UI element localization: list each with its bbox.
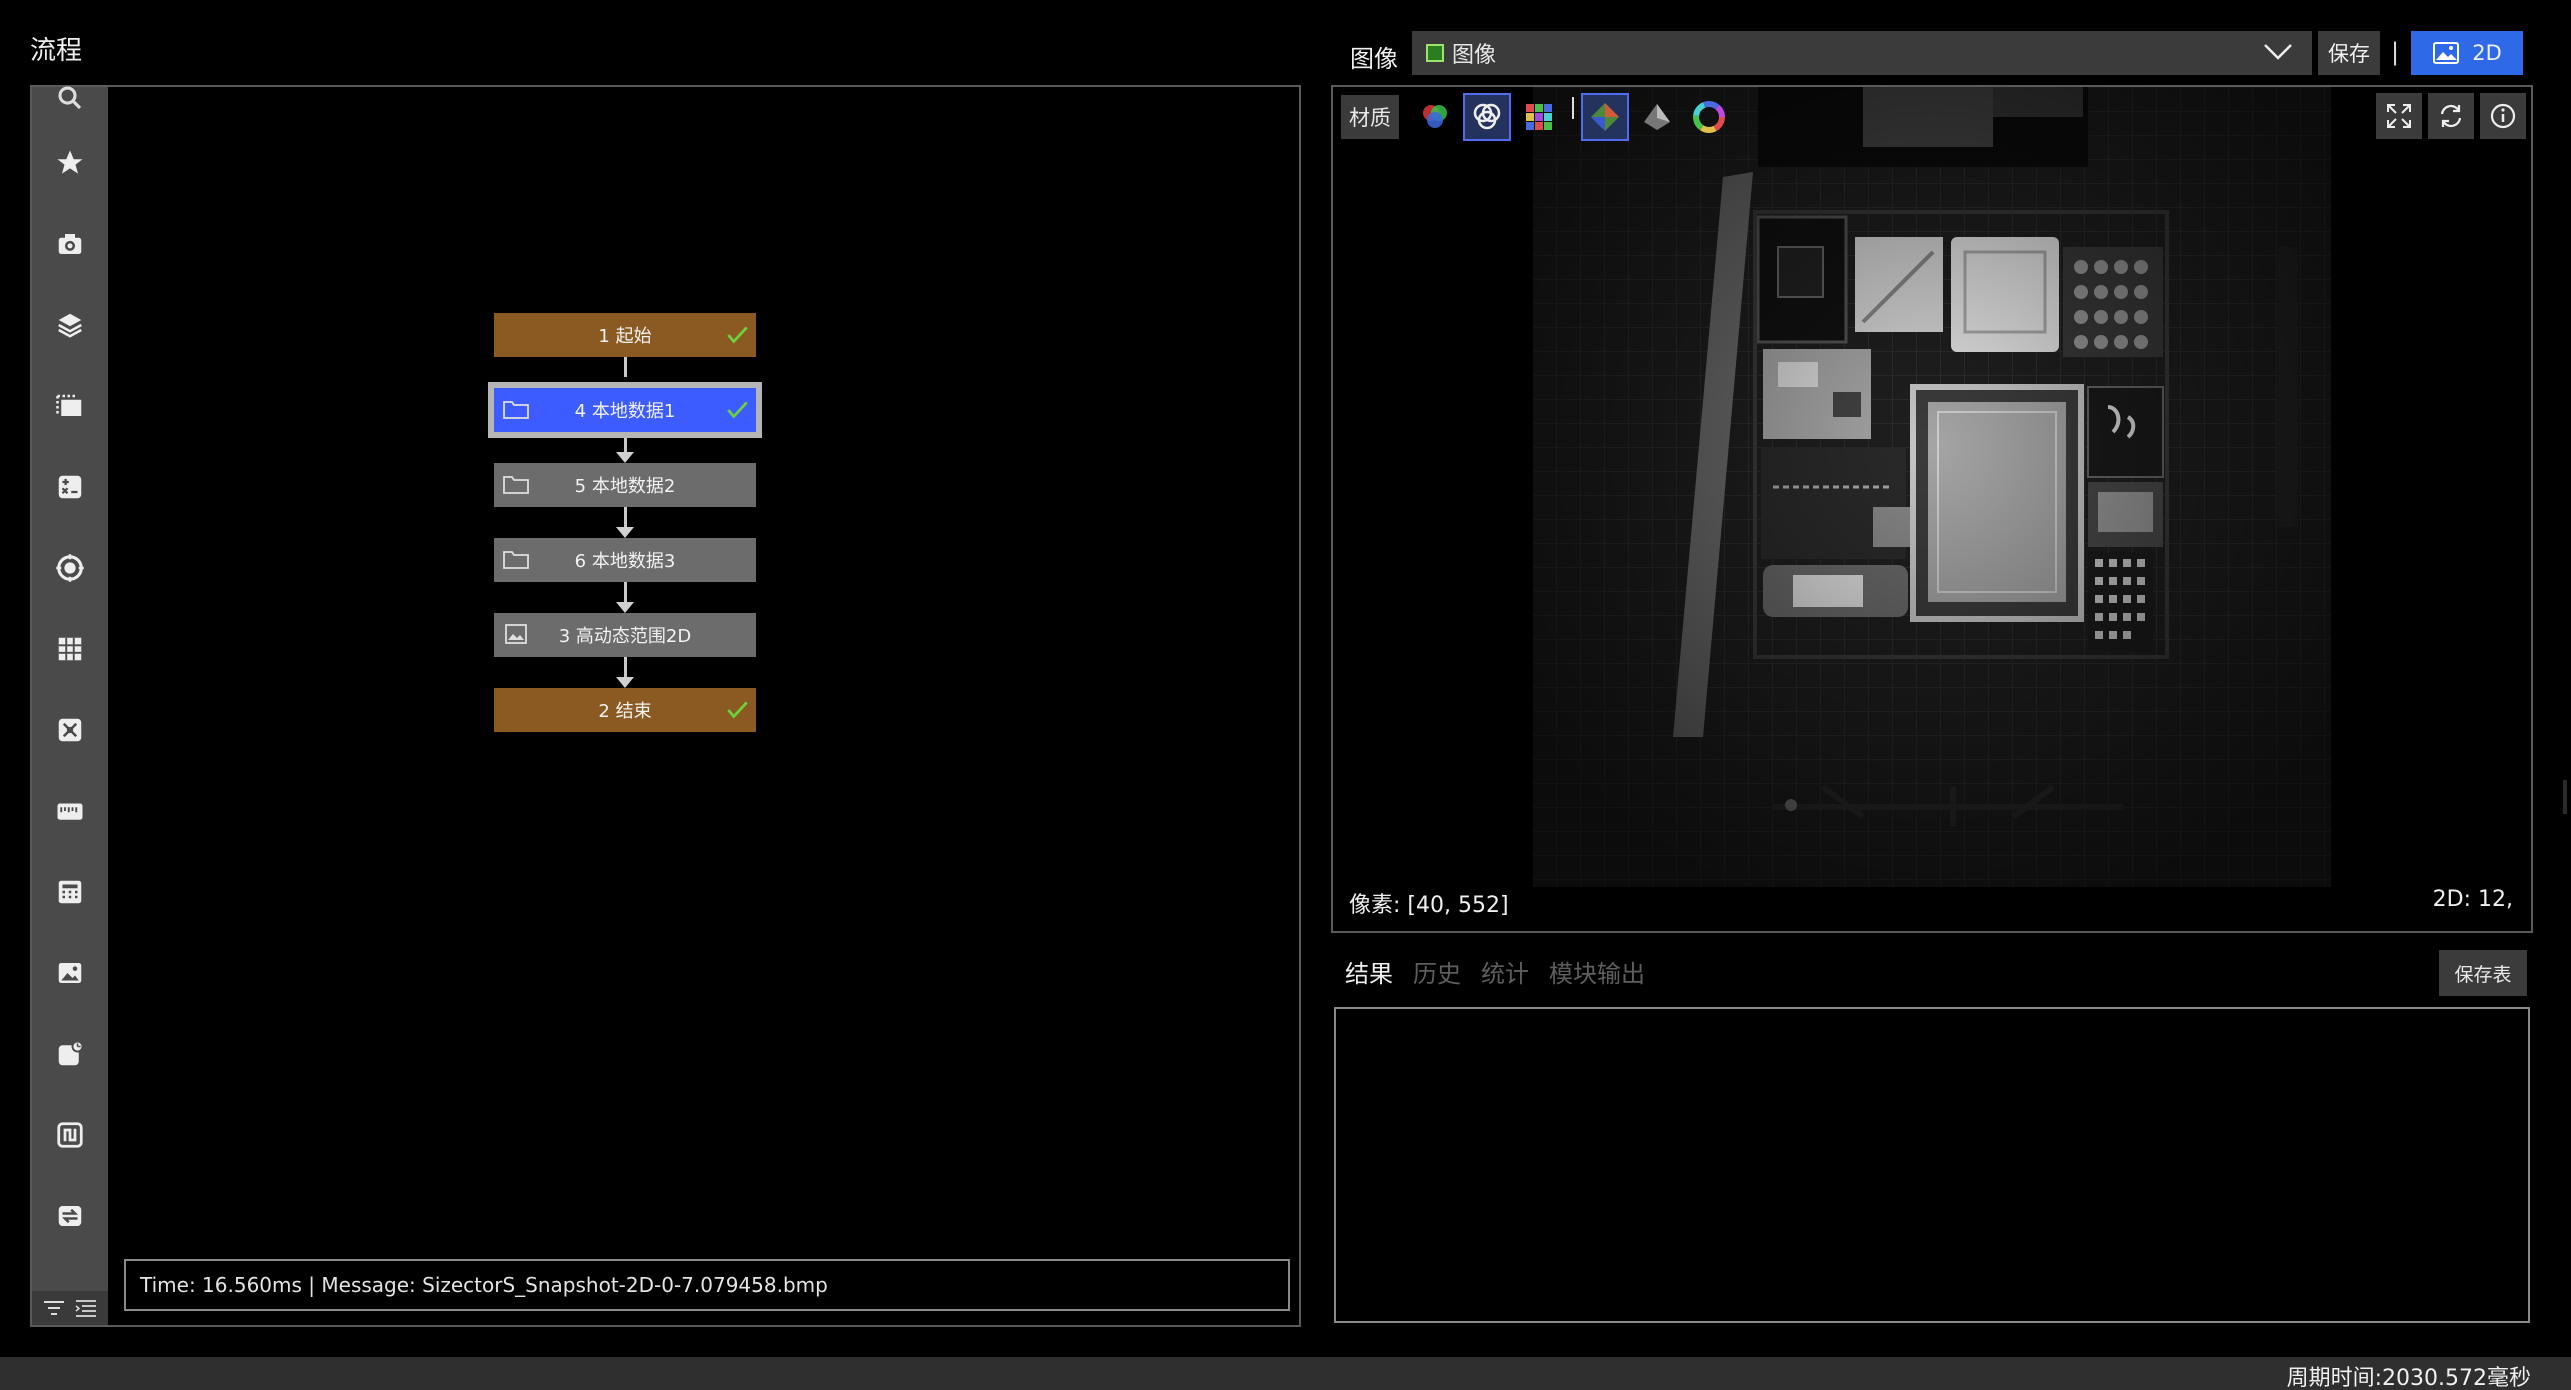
grayscale-channels-icon[interactable] (1463, 93, 1511, 141)
grid-icon[interactable] (51, 630, 89, 668)
tab-module-output[interactable]: 模块输出 (1549, 954, 1645, 989)
flow-title: 流程 (30, 36, 83, 66)
colormap-grid-icon[interactable] (1517, 95, 1561, 139)
node-label: 4 本地数据1 (574, 401, 676, 422)
flow-connector (624, 582, 627, 604)
mode-2d-button[interactable]: 2D (2411, 31, 2523, 75)
calculator-icon[interactable] (51, 873, 89, 911)
image-source-select[interactable]: 图像 (1412, 31, 2312, 75)
layers-icon[interactable] (51, 306, 89, 344)
folder-icon (503, 551, 529, 569)
flow-node-local-data-1[interactable]: 4 本地数据1 (488, 382, 762, 438)
color-surface-icon[interactable] (1581, 93, 1629, 141)
ruler-icon[interactable] (51, 792, 89, 830)
flow-node-local-data-3[interactable]: 6 本地数据3 (494, 538, 756, 582)
flow-node-end[interactable]: 2 结束 (494, 688, 756, 732)
node-label: 6 本地数据3 (574, 551, 676, 572)
flow-connector (624, 357, 627, 377)
image-viewer[interactable]: 材质 像素: [40, 552] 2D: 12, (1331, 85, 2533, 933)
image-source-value: 图像 (1452, 43, 1497, 68)
image-icon (2433, 42, 2460, 64)
rgb-channels-icon[interactable] (1413, 95, 1457, 139)
tab-statistics[interactable]: 统计 (1481, 954, 1529, 989)
check-icon (727, 326, 748, 344)
chart-icon[interactable] (51, 1035, 89, 1073)
toolbar-separator: | (2391, 38, 2400, 66)
results-table[interactable] (1334, 1007, 2530, 1323)
refresh-icon[interactable] (2428, 93, 2474, 139)
node-label: 2 结束 (598, 701, 652, 722)
star-icon[interactable] (51, 144, 89, 182)
frames-icon[interactable] (51, 387, 89, 425)
info-icon[interactable] (2480, 93, 2526, 139)
tab-results[interactable]: 结果 (1345, 954, 1393, 989)
flow-node-hdr-2d[interactable]: 3 高动态范围2D (494, 613, 756, 657)
arrow-down-icon (616, 527, 634, 538)
folder-icon (503, 476, 529, 494)
camera-image[interactable] (1533, 87, 2331, 887)
pixel-coordinate-readout: 像素: [40, 552] (1349, 893, 1509, 918)
arrow-down-icon (616, 677, 634, 688)
cycle-time: 周期时间:2030.572毫秒 (2286, 1366, 2531, 1390)
results-tabs: 结果 历史 统计 模块输出 (1345, 954, 1645, 989)
target-icon[interactable] (51, 549, 89, 587)
scrollbar-handle[interactable] (2563, 780, 2567, 814)
node-label: 3 高动态范围2D (558, 626, 692, 647)
toolbox (32, 86, 108, 1325)
toolbox-footer (32, 1291, 108, 1325)
check-icon (727, 401, 748, 419)
save-button[interactable]: 保存 (2318, 31, 2380, 75)
list-icon[interactable] (74, 1298, 98, 1318)
image-math-icon[interactable] (51, 468, 89, 506)
tab-history[interactable]: 历史 (1413, 954, 1461, 989)
filter-icon[interactable] (42, 1298, 66, 1318)
camera-icon[interactable] (51, 225, 89, 263)
flow-connector (624, 657, 627, 679)
picture-icon[interactable] (51, 954, 89, 992)
check-icon (727, 701, 748, 719)
mode-2d-label: 2D (2472, 41, 2502, 65)
loop-icon[interactable] (51, 1116, 89, 1154)
flow-canvas[interactable]: 1 起始 4 本地数据1 5 本地数据2 6 本地数据3 3 高动态范围2D 2… (30, 85, 1301, 1327)
pixel-value-readout: 2D: 12, (2432, 887, 2513, 912)
flow-node-start[interactable]: 1 起始 (494, 313, 756, 357)
material-button[interactable]: 材质 (1341, 95, 1399, 139)
chevron-down-icon (2264, 44, 2292, 60)
arrow-down-icon (616, 452, 634, 463)
search-icon[interactable] (51, 79, 89, 117)
save-table-button[interactable]: 保存表 (2439, 950, 2527, 996)
gray-surface-icon[interactable] (1635, 95, 1679, 139)
status-bar: 周期时间:2030.572毫秒 (0, 1357, 2571, 1390)
flow-node-local-data-2[interactable]: 5 本地数据2 (494, 463, 756, 507)
node-label: 1 起始 (598, 326, 652, 347)
flow-connector (624, 507, 627, 529)
convert-icon[interactable] (51, 1197, 89, 1235)
viewer-toolbar-separator (1572, 97, 1574, 119)
image-label: 图像 (1350, 45, 1398, 73)
folder-icon (503, 401, 529, 419)
image-swatch-icon (1426, 44, 1444, 62)
color-wheel-icon[interactable] (1687, 95, 1731, 139)
fullscreen-icon[interactable] (2376, 93, 2422, 139)
message-bar: Time: 16.560ms | Message: SizectorS_Snap… (124, 1259, 1290, 1311)
arrow-down-icon (616, 602, 634, 613)
image-icon (505, 624, 527, 644)
node-label: 5 本地数据2 (574, 476, 676, 497)
transform-icon[interactable] (51, 711, 89, 749)
